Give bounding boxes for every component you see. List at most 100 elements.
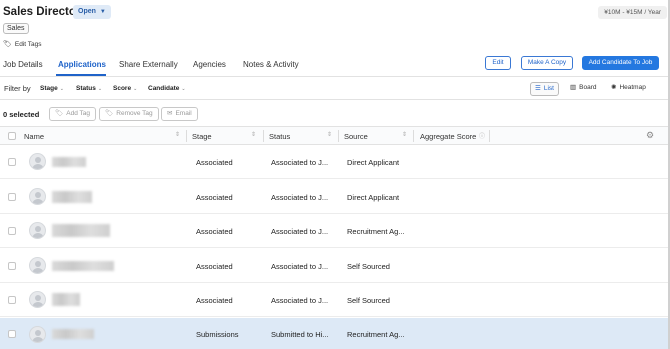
sort-icon[interactable]: ⇕: [251, 131, 256, 138]
candidate-name-redacted[interactable]: [52, 261, 114, 271]
stage-cell: Associated: [196, 158, 233, 167]
chevron-down-icon: ⌄: [97, 86, 103, 92]
table-header: Name ⇕ Stage ⇕ Status ⇕ Source ⇕ Aggrega…: [0, 127, 670, 145]
filter-score-dropdown[interactable]: Score ⌄: [113, 85, 137, 92]
edit-button[interactable]: Edit: [485, 56, 511, 70]
tag-icon: 🏷: [3, 41, 12, 48]
filter-score-label: Score: [113, 85, 132, 92]
filter-candidate-label: Candidate: [148, 85, 180, 92]
column-divider[interactable]: [489, 130, 490, 142]
column-divider[interactable]: [338, 130, 339, 142]
filter-stage-label: Stage: [40, 85, 58, 92]
edit-tags-link[interactable]: 🏷 Edit Tags: [3, 40, 42, 48]
chevron-down-icon: ⌄: [133, 86, 138, 92]
table-row[interactable]: Associated Associated to J... Self Sourc…: [0, 283, 670, 317]
edit-tags-label: Edit Tags: [14, 41, 42, 48]
selected-count: 0 selected: [3, 110, 40, 119]
source-cell: Self Sourced: [347, 296, 390, 305]
make-copy-button[interactable]: Make A Copy: [521, 56, 573, 70]
add-tag-label: Add Tag: [66, 110, 90, 117]
table-row[interactable]: Associated Associated to J... Direct App…: [0, 145, 670, 179]
filter-candidate-dropdown[interactable]: Candidate ⌄: [148, 85, 186, 92]
row-checkbox[interactable]: [8, 262, 16, 270]
stage-cell: Associated: [196, 296, 233, 305]
remove-tag-label: Remove Tag: [116, 110, 153, 117]
column-header-source[interactable]: Source: [344, 132, 368, 141]
row-checkbox[interactable]: [8, 158, 16, 166]
gear-icon[interactable]: ⚙: [646, 130, 654, 141]
candidate-name-redacted[interactable]: [52, 224, 110, 237]
filter-stage-dropdown[interactable]: Stage ⌄: [40, 85, 64, 92]
column-header-aggregate-score[interactable]: Aggregate Score: [420, 132, 476, 141]
view-list-label: List: [543, 85, 554, 92]
stage-cell: Associated: [196, 262, 233, 271]
avatar: [29, 188, 46, 205]
row-checkbox[interactable]: [8, 296, 16, 304]
active-tab-indicator: [56, 74, 106, 76]
board-icon: ▥: [570, 84, 577, 91]
tab-agencies[interactable]: Agencies: [193, 60, 226, 69]
view-list-button[interactable]: ☰ List: [530, 82, 559, 96]
status-cell: Associated to J...: [271, 262, 329, 271]
view-heatmap-button[interactable]: ✺ Heatmap: [607, 82, 650, 96]
status-cell: Associated to J...: [271, 227, 329, 236]
column-divider[interactable]: [186, 130, 187, 142]
heatmap-icon: ✺: [611, 84, 617, 91]
tab-share-externally[interactable]: Share Externally: [119, 60, 178, 69]
candidate-name-redacted[interactable]: [52, 293, 80, 306]
source-cell: Direct Applicant: [347, 158, 400, 167]
avatar: [29, 326, 46, 343]
row-checkbox[interactable]: [8, 330, 16, 338]
salary-badge: ¥10M - ¥15M / Year: [598, 6, 667, 19]
filter-status-label: Status: [76, 85, 96, 92]
email-button[interactable]: ✉ Email: [161, 107, 198, 121]
tag-icon: 🏷: [55, 110, 64, 117]
tag-chip[interactable]: Sales: [3, 23, 29, 34]
table-row[interactable]: Associated Associated to J... Self Sourc…: [0, 249, 670, 283]
table-row[interactable]: Associated Associated to J... Direct App…: [0, 180, 670, 214]
chevron-down-icon: ⌄: [181, 86, 186, 92]
row-checkbox[interactable]: [8, 227, 16, 235]
remove-tag-button[interactable]: 🏷 Remove Tag: [99, 107, 159, 121]
filter-status-dropdown[interactable]: Status ⌄: [76, 85, 102, 92]
sort-icon[interactable]: ⇕: [402, 131, 407, 138]
sort-icon[interactable]: ⇕: [327, 131, 332, 138]
column-divider[interactable]: [263, 130, 264, 142]
chevron-down-icon: ⌄: [59, 86, 64, 92]
row-checkbox[interactable]: [8, 193, 16, 201]
table-row[interactable]: Associated Associated to J... Recruitmen…: [0, 214, 670, 248]
tab-notes-activity[interactable]: Notes & Activity: [243, 60, 299, 69]
add-tag-button[interactable]: 🏷 Add Tag: [49, 107, 96, 121]
status-cell: Associated to J...: [271, 193, 329, 202]
status-cell: Submitted to Hi...: [271, 330, 329, 339]
avatar: [29, 153, 46, 170]
sort-icon[interactable]: ⇕: [175, 131, 180, 138]
filter-by-label: Filter by: [4, 84, 31, 93]
tab-job-details[interactable]: Job Details: [3, 60, 43, 69]
column-header-name[interactable]: Name: [24, 132, 44, 141]
candidate-name-redacted[interactable]: [52, 191, 92, 203]
column-header-stage[interactable]: Stage: [192, 132, 212, 141]
bulk-action-bar: 0 selected 🏷 Add Tag 🏷 Remove Tag ✉ Email: [0, 100, 670, 127]
column-header-status[interactable]: Status: [269, 132, 290, 141]
add-candidate-button[interactable]: Add Candidate To Job: [582, 56, 659, 70]
avatar: [29, 257, 46, 274]
column-divider[interactable]: [413, 130, 414, 142]
mail-icon: ✉: [167, 110, 173, 117]
info-icon[interactable]: ⓘ: [479, 131, 485, 140]
avatar: [29, 291, 46, 308]
select-all-checkbox[interactable]: [8, 132, 16, 140]
candidate-name-redacted[interactable]: [52, 329, 94, 339]
status-cell: Associated to J...: [271, 158, 329, 167]
tab-applications[interactable]: Applications: [58, 60, 106, 69]
candidate-name-redacted[interactable]: [52, 157, 86, 167]
list-icon: ☰: [535, 85, 541, 92]
view-board-button[interactable]: ▥ Board: [566, 82, 601, 96]
table-row[interactable]: Submissions Submitted to Hi... Recruitme…: [0, 318, 670, 349]
chevron-down-icon: ▼: [99, 9, 106, 15]
stage-cell: Associated: [196, 193, 233, 202]
status-dropdown[interactable]: Open ▼: [73, 5, 111, 19]
job-header: Sales Director Open ▼ ¥10M - ¥15M / Year …: [0, 0, 670, 52]
view-heatmap-label: Heatmap: [619, 84, 646, 91]
tag-icon: 🏷: [105, 110, 114, 117]
